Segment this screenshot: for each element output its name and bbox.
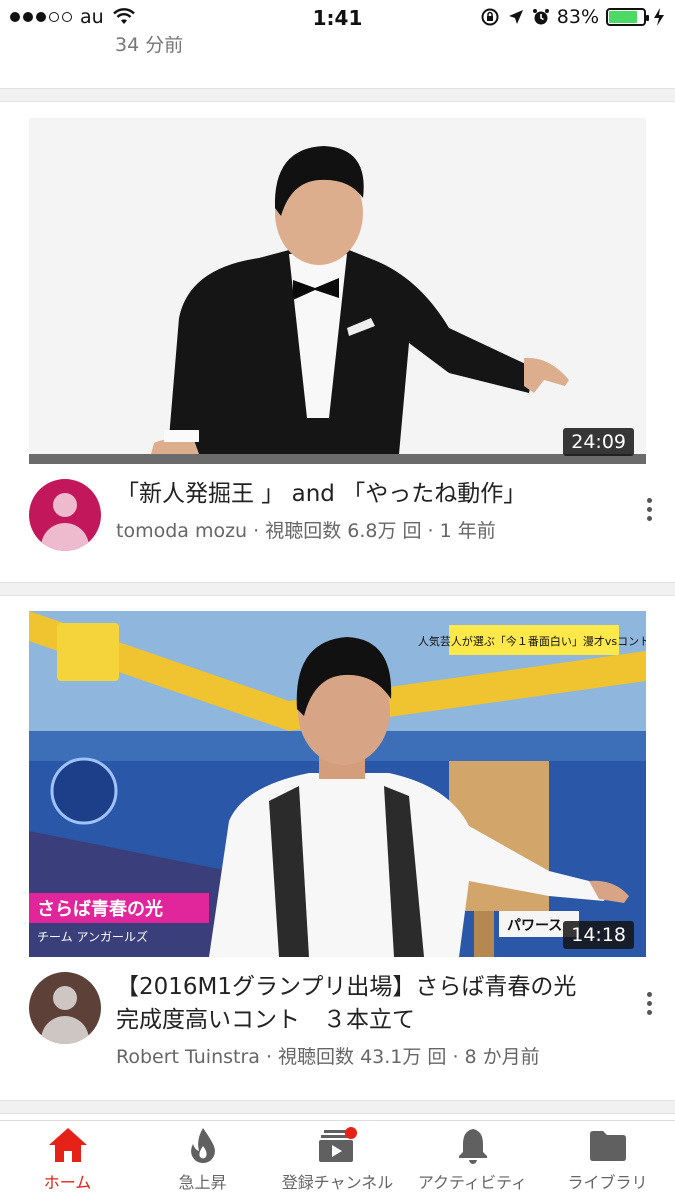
charging-bolt-icon: [654, 8, 664, 26]
video-meta: Robert Tuinstra · 視聴回数 43.1万 回 · 8 か月前: [116, 1046, 540, 1068]
thumbnail-overlay-subtitle: チーム アンガールズ: [37, 929, 148, 944]
video-title[interactable]: 【2016M1グランプリ出場】さらば青春の光 完成度高いコント ３本立て: [116, 971, 616, 1037]
alarm-icon: [532, 9, 549, 25]
tab-library[interactable]: ライブラリ: [540, 1121, 675, 1201]
channel-avatar[interactable]: [29, 972, 101, 1044]
status-right: 83%: [480, 6, 665, 28]
tab-subscriptions[interactable]: 登録チャンネル: [270, 1121, 405, 1201]
more-options-icon[interactable]: [645, 992, 653, 1015]
feed-divider: [0, 88, 675, 102]
tab-label: 急上昇: [178, 1173, 227, 1192]
home-icon: [48, 1128, 87, 1162]
tab-trending[interactable]: 急上昇: [135, 1121, 270, 1201]
battery-percent: 83%: [556, 6, 599, 28]
status-left: au: [10, 6, 136, 28]
video-duration: 24:09: [563, 428, 634, 456]
carrier-label: au: [80, 6, 104, 28]
location-arrow-icon: [508, 10, 523, 24]
rotation-lock-icon: [481, 8, 499, 26]
thumbnail-overlay-title: さらば青春の光: [37, 898, 163, 920]
video-title[interactable]: 「新人発掘王 」 and 「やったね動作」: [116, 478, 616, 511]
video-duration: 14:18: [563, 921, 634, 949]
battery-icon: [606, 8, 649, 26]
feed-divider: [0, 1100, 675, 1114]
bottom-navigation: ホーム 急上昇 登録チャンネル アクティビティ ライブラリ: [0, 1120, 675, 1201]
thumbnail-image: [29, 118, 646, 464]
video-thumbnail[interactable]: 人気芸人が選ぶ「今１番面白い」漫才vsコント さらば青春の光 チーム アンガール…: [29, 611, 646, 957]
tab-label: 登録チャンネル: [281, 1173, 394, 1192]
thumbnail-image: 人気芸人が選ぶ「今１番面白い」漫才vsコント さらば青春の光 チーム アンガール…: [29, 611, 646, 957]
folder-icon: [589, 1131, 626, 1161]
feed-divider: [0, 582, 675, 596]
video-feed[interactable]: 34 分前 24:09 「新人発掘王 」 and 「やったね動作」 tomoda…: [0, 36, 675, 1120]
bell-icon: [458, 1129, 487, 1164]
previous-video-meta: 34 分前: [115, 36, 184, 56]
subscriptions-icon: [318, 1127, 357, 1162]
tab-label: ライブラリ: [567, 1173, 648, 1192]
wifi-icon: [112, 8, 135, 24]
video-thumbnail[interactable]: 24:09: [29, 118, 646, 464]
signal-dots-icon: [10, 12, 72, 22]
tab-label: ホーム: [43, 1173, 92, 1192]
tab-home[interactable]: ホーム: [0, 1121, 135, 1201]
status-bar: au 1:41 83%: [0, 0, 675, 36]
channel-avatar[interactable]: [29, 479, 101, 551]
thumbnail-overlay-label: パワース: [507, 918, 562, 934]
thumbnail-caption: 人気芸人が選ぶ「今１番面白い」漫才vsコント: [418, 634, 646, 648]
video-meta: tomoda mozu · 視聴回数 6.8万 回 · 1 年前: [116, 520, 496, 542]
flame-icon: [190, 1128, 215, 1163]
tab-label: アクティビティ: [417, 1173, 528, 1192]
more-options-icon[interactable]: [645, 498, 653, 521]
tab-activity[interactable]: アクティビティ: [405, 1121, 540, 1201]
